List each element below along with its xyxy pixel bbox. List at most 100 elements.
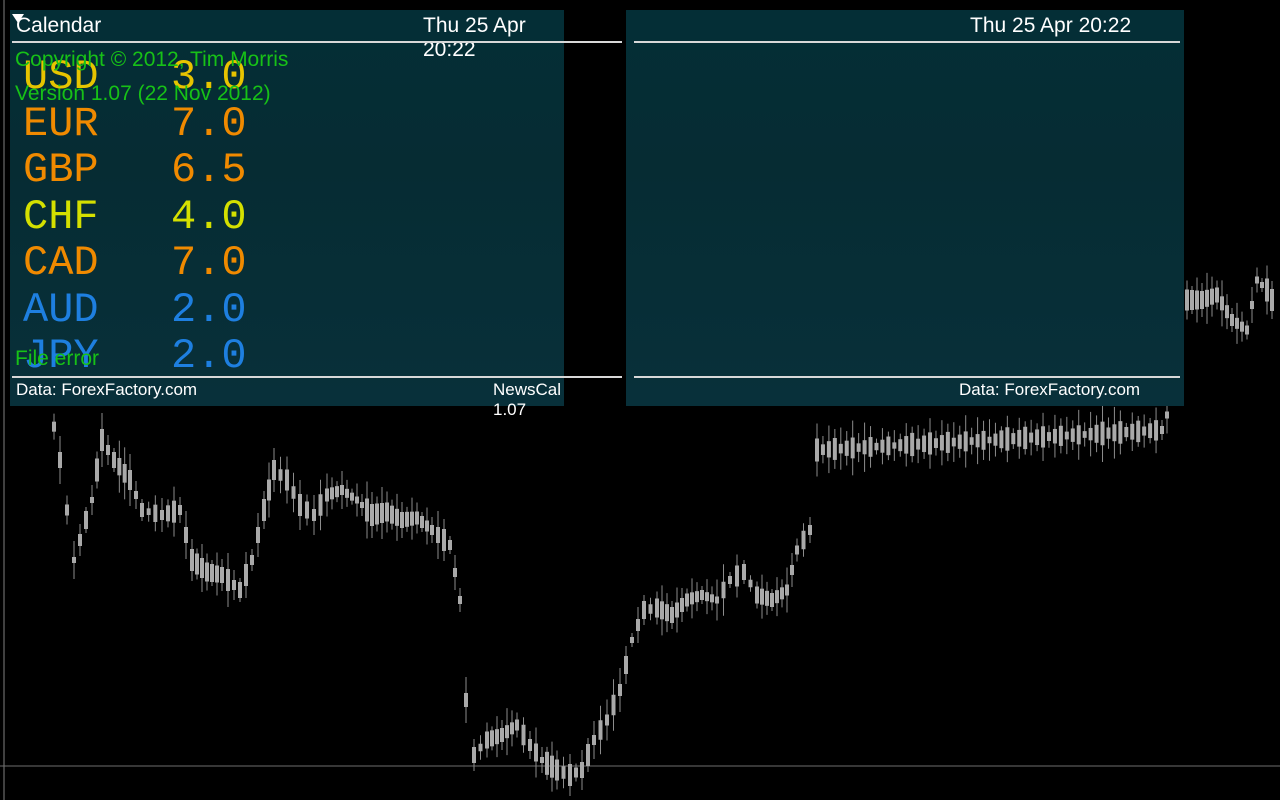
candle-body <box>1220 296 1224 311</box>
candle-body <box>1029 432 1034 443</box>
candle-body <box>210 564 214 582</box>
candle-body <box>500 728 504 742</box>
candle-body <box>340 485 344 495</box>
candle-body <box>425 520 429 532</box>
candle-body <box>184 527 188 543</box>
candle-body <box>642 601 646 619</box>
candle-body <box>410 511 414 526</box>
candle-body <box>690 592 694 605</box>
candle-body <box>195 553 199 575</box>
candle-body <box>826 441 831 458</box>
candle-body <box>721 581 726 599</box>
calendar-title: Calendar <box>16 14 102 37</box>
candle-body <box>100 429 104 451</box>
candle-body <box>1005 427 1010 451</box>
candle-body <box>728 576 732 584</box>
candle-body <box>250 555 254 565</box>
candle-body <box>510 722 514 735</box>
candle-body <box>1124 426 1129 438</box>
candle-body <box>874 442 879 451</box>
candle-body <box>200 558 204 578</box>
candle-body <box>365 498 369 522</box>
candle-body <box>325 488 329 502</box>
candle-body <box>244 564 248 586</box>
candle-body <box>748 579 753 588</box>
candle-body <box>1160 426 1164 434</box>
footer-data-source-right: Data: ForexFactory.com <box>959 380 1141 399</box>
candle-body <box>58 452 62 468</box>
candle-body <box>765 590 769 606</box>
candle-body <box>405 511 409 527</box>
candle-body <box>785 584 789 596</box>
candle-body <box>166 505 170 522</box>
candle-body <box>755 586 759 604</box>
candle-body <box>545 751 549 775</box>
candle-body <box>1136 420 1141 443</box>
candle-body <box>1070 428 1075 442</box>
candle-body <box>442 529 446 551</box>
candle-body <box>350 492 354 501</box>
candle-body <box>226 569 230 591</box>
version-text: Version 1.07 (22 Nov 2012) <box>15 82 271 105</box>
candle-body <box>1100 421 1105 446</box>
candle-body <box>205 562 209 582</box>
candle-body <box>117 458 122 476</box>
candle-body <box>448 540 452 550</box>
candle-body <box>355 496 359 504</box>
candle-body <box>665 604 669 622</box>
candle-body <box>695 591 699 603</box>
candle-body <box>1106 427 1111 439</box>
candle-body <box>400 512 404 528</box>
candle-body <box>436 527 440 543</box>
candle-body <box>220 567 224 583</box>
candle-body <box>898 439 903 452</box>
candle-body <box>267 479 271 501</box>
candle-body <box>298 494 302 516</box>
candle-body <box>655 598 659 618</box>
candle-body <box>550 755 554 778</box>
candle-body <box>65 504 69 516</box>
candle-body <box>775 590 779 604</box>
calendar-panel-right: Thu 25 Apr 20:22 Data: ForexFactory.com <box>626 10 1184 406</box>
candle-body <box>134 491 138 499</box>
candle-body <box>278 469 283 481</box>
candle-body <box>1142 426 1147 436</box>
candle-body <box>939 435 944 451</box>
candle-body <box>945 431 950 453</box>
candle-body <box>1215 287 1219 303</box>
candle-body <box>685 593 689 607</box>
candle-body <box>760 588 764 605</box>
candle-body <box>742 564 746 580</box>
candle-body <box>916 438 921 450</box>
candle-body <box>453 568 457 577</box>
candle-body <box>586 744 590 766</box>
candle-body <box>215 565 219 583</box>
candle-body <box>624 656 628 674</box>
currency-code: CHF <box>23 192 99 241</box>
candle-body <box>999 430 1004 449</box>
candle-body <box>375 503 379 525</box>
candle-body <box>112 452 116 468</box>
candle-body <box>1205 289 1209 307</box>
header-datetime-left: Thu 25 Apr 20:22 <box>423 14 526 61</box>
candle-body <box>395 508 399 526</box>
currency-value: 7.0 <box>171 99 247 148</box>
candle-body <box>90 497 94 503</box>
candle-body <box>561 766 566 779</box>
candle-body <box>285 469 289 491</box>
candle-body <box>808 525 812 535</box>
candle-body <box>880 439 885 453</box>
candle-body <box>1046 432 1051 441</box>
candle-body <box>1190 290 1194 310</box>
candle-body <box>1154 420 1159 441</box>
candle-body <box>580 762 584 778</box>
candle-body <box>1230 314 1234 326</box>
candle-body <box>380 503 384 523</box>
candle-body <box>84 511 88 529</box>
candle-body <box>1235 317 1239 329</box>
candle-body <box>1250 301 1254 309</box>
candle-body <box>660 601 664 620</box>
candle-body <box>862 440 867 455</box>
candle-body <box>850 437 855 459</box>
candle-body <box>1052 428 1057 444</box>
